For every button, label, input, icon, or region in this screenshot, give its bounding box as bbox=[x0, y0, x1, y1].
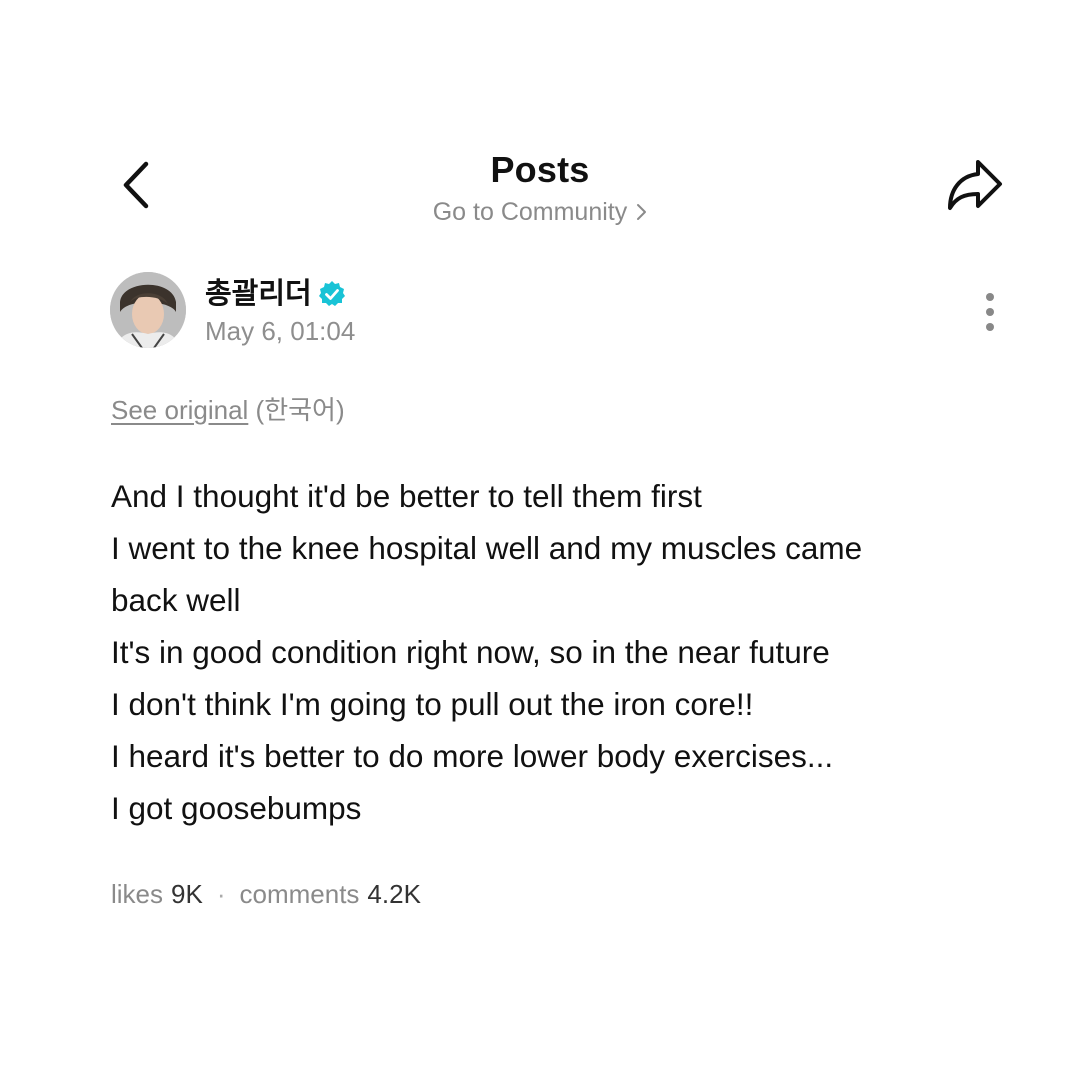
author-name-row: 총괄리더 bbox=[205, 276, 346, 312]
post-body-line: And I thought it'd be better to tell the… bbox=[111, 478, 702, 514]
avatar-image bbox=[110, 272, 186, 348]
post-body-line: I went to the knee hospital well and my … bbox=[111, 530, 863, 566]
likes-count: 9K bbox=[171, 879, 203, 909]
share-arrow-icon bbox=[948, 160, 1002, 210]
verified-badge-icon bbox=[318, 281, 345, 306]
page-title: Posts bbox=[490, 149, 590, 190]
post-body-line: It's in good condition right now, so in … bbox=[111, 634, 830, 670]
title-block: Posts Go to Community bbox=[0, 148, 1080, 228]
header-bar: Posts Go to Community bbox=[0, 0, 1080, 240]
comments-label: comments bbox=[239, 879, 360, 909]
see-original-link[interactable]: See original bbox=[111, 395, 248, 425]
post-stats: likes 9K · comments 4.2K bbox=[111, 876, 421, 912]
likes-label: likes bbox=[111, 879, 164, 909]
post-body-line: I got goosebumps bbox=[111, 790, 362, 826]
likes-stat[interactable]: likes 9K bbox=[111, 876, 203, 912]
chevron-right-icon bbox=[637, 204, 647, 220]
more-options-button[interactable] bbox=[975, 290, 1005, 334]
author-name[interactable]: 총괄리더 bbox=[205, 276, 312, 312]
comments-count: 4.2K bbox=[367, 879, 421, 909]
avatar[interactable] bbox=[110, 272, 186, 348]
post-body-line: back well bbox=[111, 582, 241, 618]
post-author: 총괄리더 May 6, 01:04 bbox=[110, 272, 990, 352]
community-link-label: Go to Community bbox=[432, 198, 628, 226]
post-date: May 6, 01:04 bbox=[205, 316, 356, 346]
post-body-line: I heard it's better to do more lower bod… bbox=[111, 738, 834, 774]
see-original-row: See original (한국어) bbox=[111, 393, 345, 427]
more-vertical-icon-dot bbox=[986, 323, 994, 331]
stats-separator: · bbox=[216, 879, 226, 909]
post-body-line: I don't think I'm going to pull out the … bbox=[111, 686, 754, 722]
share-button[interactable] bbox=[944, 156, 1006, 214]
go-to-community-link[interactable]: Go to Community bbox=[433, 196, 648, 228]
comments-stat[interactable]: comments 4.2K bbox=[240, 876, 421, 912]
post-body: And I thought it'd be better to tell the… bbox=[111, 470, 971, 834]
original-language: (한국어) bbox=[255, 395, 345, 425]
more-vertical-icon-dot bbox=[986, 308, 994, 316]
more-vertical-icon-dot bbox=[986, 293, 994, 301]
